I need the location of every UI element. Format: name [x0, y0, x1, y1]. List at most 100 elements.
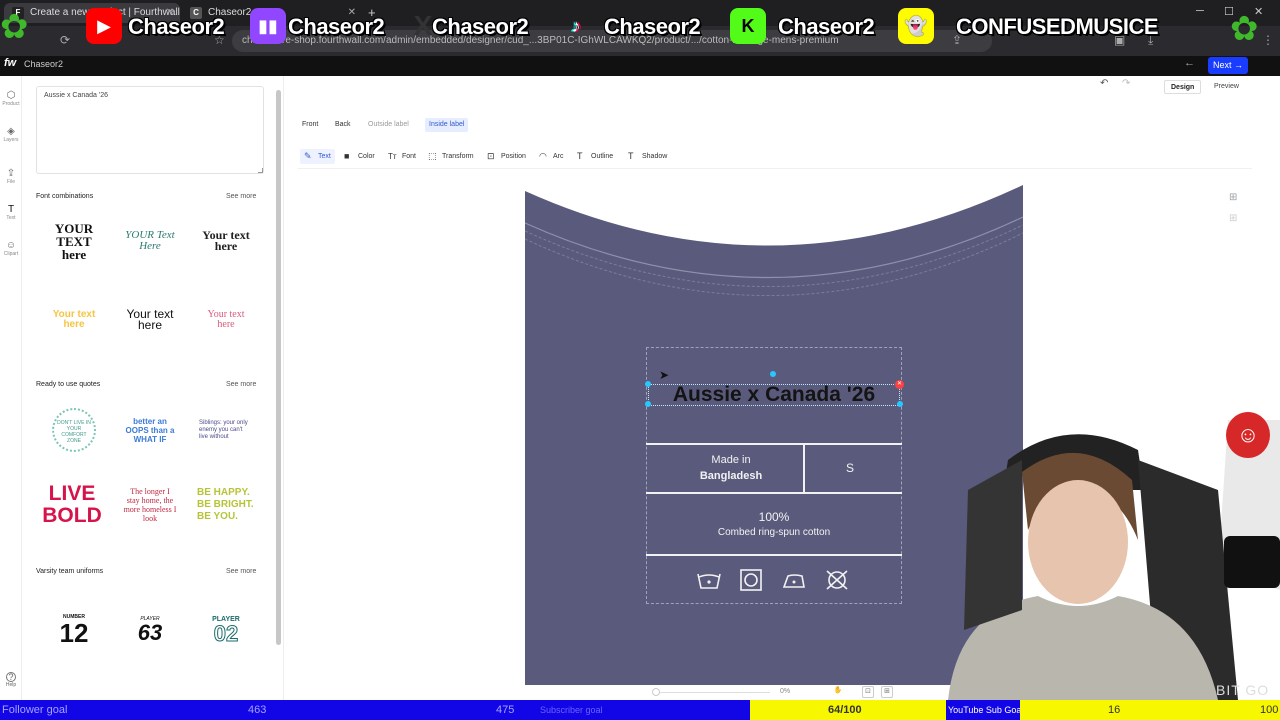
fit-screen-icon[interactable]: ⊡: [862, 686, 874, 698]
delete-element-icon[interactable]: ✕: [895, 380, 904, 389]
resize-grip-icon[interactable]: [258, 168, 263, 173]
panel-scrollbar[interactable]: [276, 90, 281, 645]
tool-text[interactable]: ✎ Text: [300, 149, 335, 164]
rotate-handle[interactable]: [770, 371, 776, 377]
quote-tile[interactable]: LIVE BOLD: [41, 478, 103, 532]
varsity-tile[interactable]: NUMBER 12: [43, 608, 105, 652]
tool-color[interactable]: ■ Color: [340, 149, 379, 164]
rail-item-text[interactable]: T Text: [0, 204, 22, 221]
quote-tile[interactable]: DON'T LIVE IN YOUR COMFORT ZONE: [43, 406, 105, 454]
address-bar-url: chasestore-shop.fourthwall.com/admin/emb…: [242, 35, 839, 46]
guides-icon[interactable]: ⊞: [1229, 213, 1237, 224]
text-input[interactable]: Aussie x Canada '26: [36, 86, 264, 174]
help-label: Help: [5, 682, 17, 688]
tab-design[interactable]: Design: [1164, 80, 1202, 94]
tool-label: Arc: [553, 153, 564, 160]
varsity-tile[interactable]: PLAYER 63: [119, 608, 181, 652]
tool-label: Color: [358, 153, 375, 160]
varsity-title: Varsity team uniforms: [36, 568, 104, 575]
maximize-window-icon[interactable]: ☐: [1224, 5, 1234, 18]
reload-icon[interactable]: ⟳: [60, 33, 70, 47]
menu-dots-icon[interactable]: ⋮: [1262, 33, 1274, 47]
grid-toggle-icon[interactable]: ⊞: [881, 686, 893, 698]
font-combo-text: YOUR Text Here: [125, 229, 175, 252]
hand-tool-icon[interactable]: ✋: [832, 686, 844, 698]
help-button[interactable]: ? Help: [4, 672, 18, 688]
font-combo-text: Your text here: [126, 307, 174, 332]
tool-position[interactable]: ⊡ Position: [483, 149, 530, 164]
font-combo-tile[interactable]: Your text here: [119, 300, 181, 340]
fourthwall-favicon-icon: F: [12, 7, 24, 19]
font-combo-tile[interactable]: Your text here: [43, 300, 105, 340]
tool-arc[interactable]: ◠ Arc: [535, 149, 568, 164]
close-tab-icon[interactable]: ✕: [166, 3, 174, 23]
tool-transform[interactable]: ⬚ Transform: [424, 149, 478, 164]
resize-handle[interactable]: [645, 381, 651, 387]
close-tab-icon[interactable]: ✕: [348, 3, 356, 23]
new-tab-button[interactable]: +: [368, 5, 376, 20]
font-combo-tile[interactable]: YOUR Text Here: [119, 221, 181, 261]
iron-icon: [782, 574, 805, 588]
font-combo-tile[interactable]: Your text here: [195, 221, 257, 261]
designer-header: fw Chaseor2 ← Next →: [0, 56, 1280, 76]
youtube-goal-track: 16 100: [1020, 700, 1280, 720]
tab-inside-label[interactable]: Inside label: [425, 118, 469, 132]
quote-tile[interactable]: Siblings: your only enemy you can't live…: [195, 410, 257, 450]
grid-icon[interactable]: ⊞: [1229, 192, 1237, 203]
bookmark-star-icon[interactable]: ☆: [214, 33, 225, 47]
extension-icon[interactable]: ▣: [1114, 33, 1125, 47]
varsity-see-more[interactable]: See more: [226, 568, 256, 575]
rail-item-product[interactable]: ⬡ Product: [0, 90, 22, 107]
font-combo-tile[interactable]: YOUR TEXT here: [43, 221, 105, 261]
font-combo-tile[interactable]: Your text here: [195, 300, 257, 340]
font-combo-text: Your text here: [52, 309, 96, 330]
screen: F Create a new product | Fourthwall ✕ C …: [0, 0, 1280, 720]
browser-tab-chaseor2[interactable]: C Chaseor2 ✕: [182, 3, 362, 23]
tab-back[interactable]: Back: [331, 118, 355, 132]
quotes-see-more[interactable]: See more: [226, 381, 256, 388]
zoom-slider-track[interactable]: [655, 692, 770, 693]
resize-handle[interactable]: [897, 401, 903, 407]
quote-text: better an OOPS than a WHAT IF: [125, 416, 175, 444]
youtube-goal-fill: YouTube Sub Goal: [946, 700, 1020, 720]
undo-icon[interactable]: ↶: [1100, 78, 1108, 89]
tool-outline[interactable]: T Outline: [573, 149, 617, 164]
zoom-slider-handle[interactable]: [652, 688, 660, 696]
quote-text: DON'T LIVE IN YOUR COMFORT ZONE: [52, 408, 96, 452]
rail-item-layers[interactable]: ◈ Layers: [0, 126, 22, 143]
quote-tile[interactable]: better an OOPS than a WHAT IF: [119, 408, 181, 452]
redo-icon[interactable]: ↷: [1122, 78, 1130, 89]
fourthwall-logo[interactable]: fw: [4, 57, 16, 69]
varsity-tile[interactable]: PLAYER 02: [195, 608, 257, 652]
subscriber-goal-value: 64/100: [828, 704, 862, 716]
text-icon: T: [7, 204, 15, 215]
download-icon[interactable]: ⤓: [1148, 33, 1153, 48]
resize-handle[interactable]: [645, 401, 651, 407]
youtube-goal-label: YouTube Sub Goal: [948, 705, 1020, 715]
tool-font[interactable]: Tт Font: [384, 149, 420, 164]
back-arrow-icon[interactable]: ←: [1184, 57, 1195, 69]
follower-goal-target: 475: [496, 704, 515, 716]
tab-front[interactable]: Front: [298, 118, 322, 132]
rail-item-clipart[interactable]: ☺ Clipart: [0, 240, 22, 257]
product-icon: ⬡: [6, 90, 16, 101]
tab-outside-label[interactable]: Outside label: [364, 118, 413, 132]
font-combinations-see-more[interactable]: See more: [226, 193, 256, 200]
close-window-icon[interactable]: ✕: [1254, 5, 1263, 18]
zoom-level[interactable]: 0%: [780, 688, 790, 695]
label-title-text[interactable]: Aussie x Canada '26: [646, 382, 902, 408]
browser-tab-fourthwall[interactable]: F Create a new product | Fourthwall ✕: [4, 3, 180, 23]
varsity-number: 63: [137, 620, 163, 645]
label-divider-vertical: [803, 444, 805, 492]
quote-tile[interactable]: BE HAPPY. BE BRIGHT. BE YOU.: [195, 478, 257, 532]
rail-item-file[interactable]: ⇪ File: [0, 168, 22, 185]
next-button[interactable]: Next →: [1208, 57, 1248, 74]
address-bar[interactable]: chasestore-shop.fourthwall.com/admin/emb…: [232, 30, 992, 52]
quote-tile[interactable]: The longer I stay home, the more homeles…: [119, 478, 181, 532]
tool-shadow[interactable]: T Shadow: [624, 149, 671, 164]
tab-preview[interactable]: Preview: [1208, 80, 1245, 94]
font-combinations-title: Font combinations: [36, 193, 94, 200]
browser-toolbar: chasestore-shop.fourthwall.com/admin/emb…: [0, 26, 1280, 56]
minimize-window-icon[interactable]: ─: [1196, 5, 1204, 17]
share-icon[interactable]: ⇪: [952, 33, 962, 47]
